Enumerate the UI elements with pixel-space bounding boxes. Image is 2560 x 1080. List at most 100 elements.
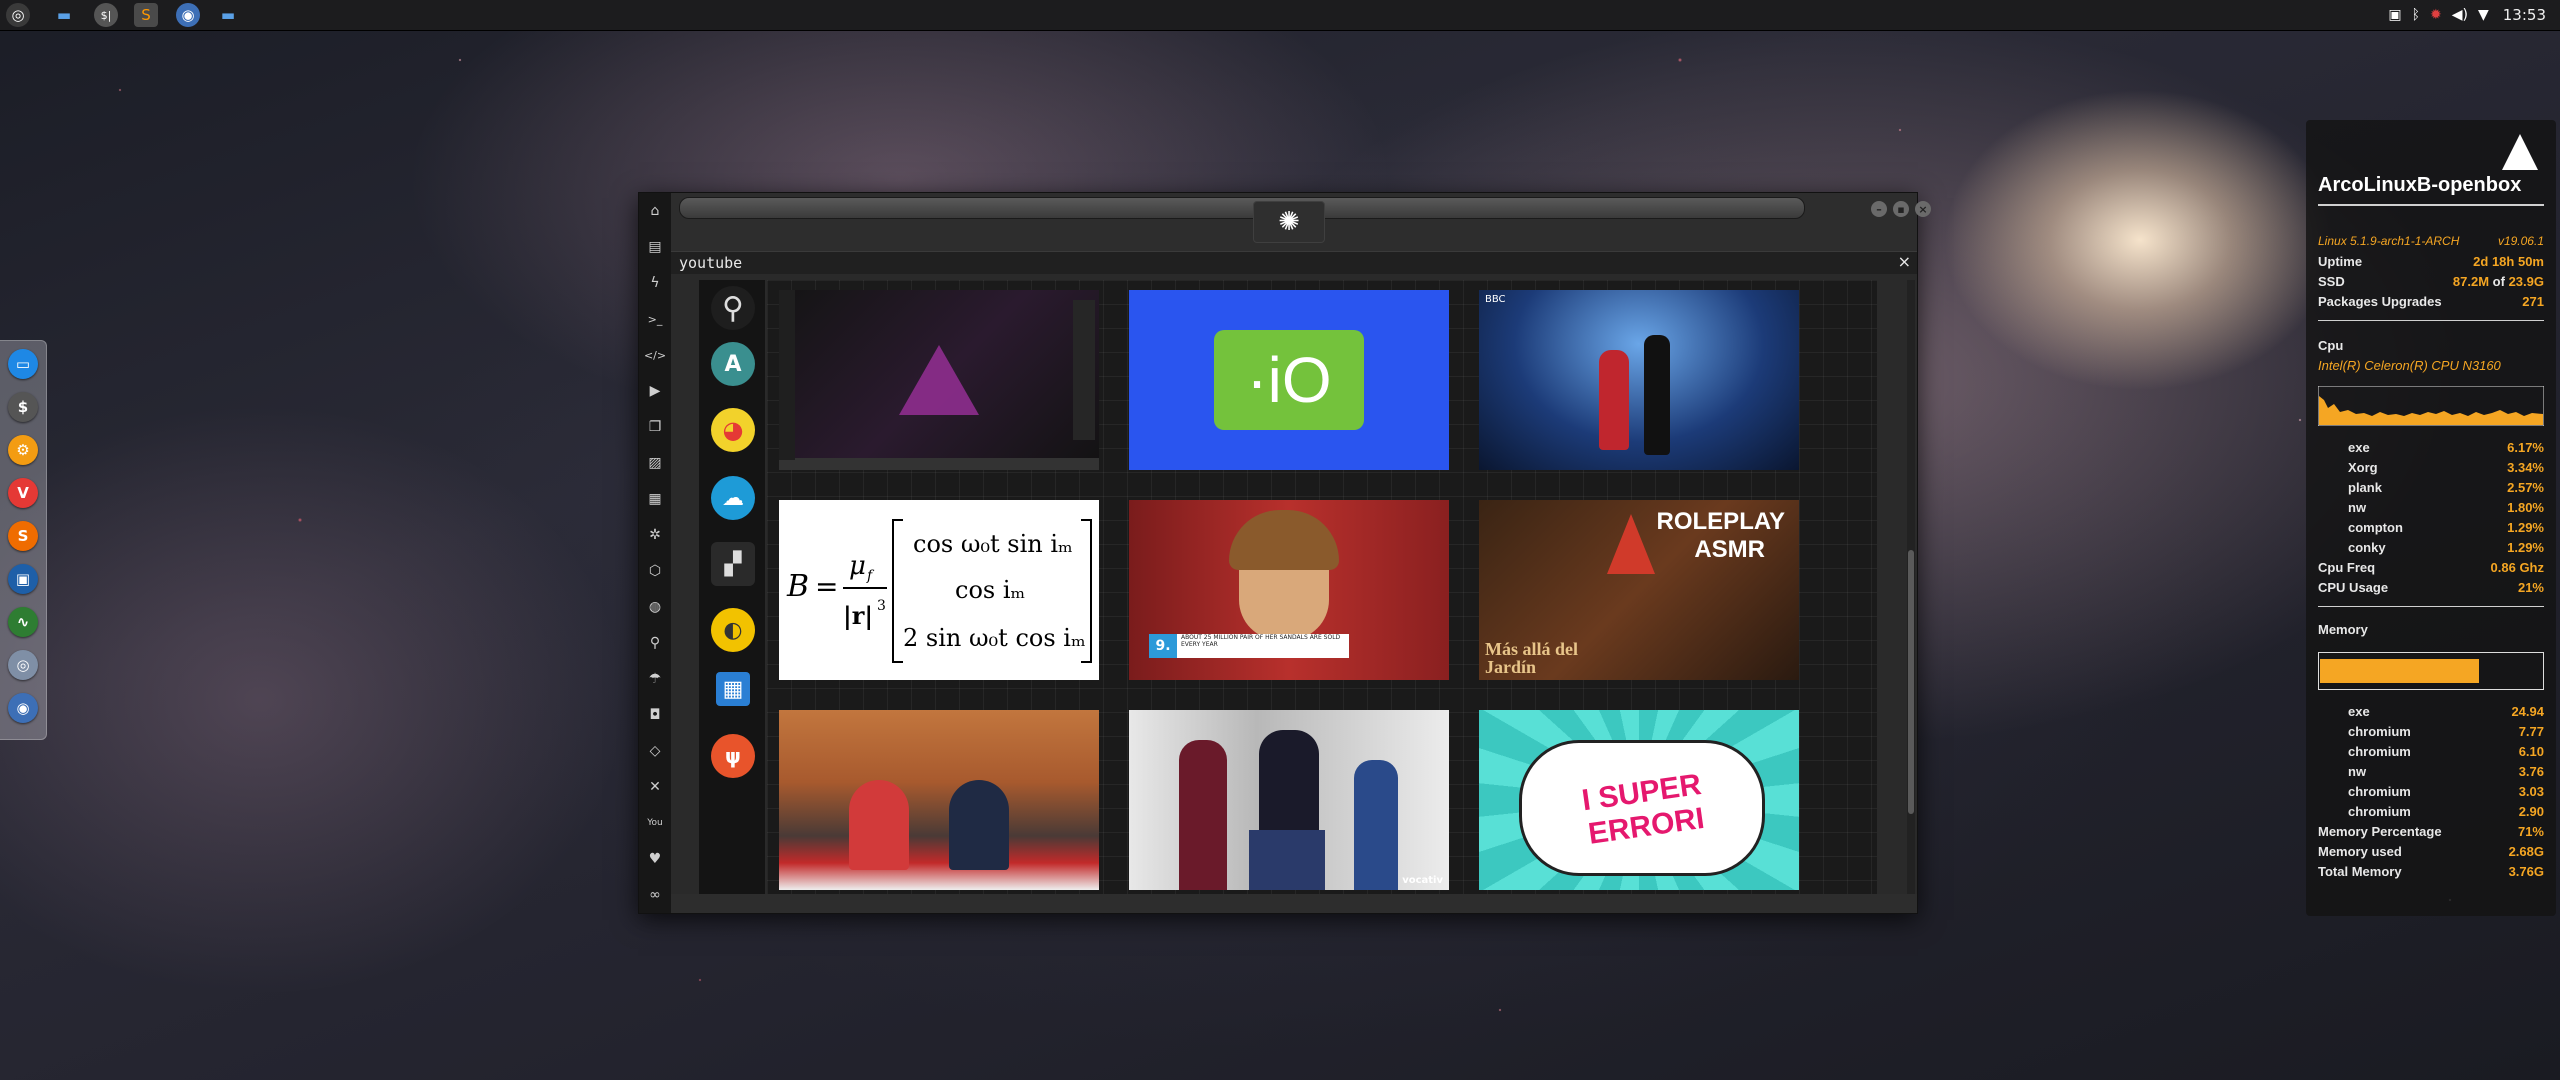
folder-icon[interactable]: ▬ [216,3,240,27]
conky-widget: ArcoLinuxB-openbox Linux 5.1.9-arch1-1-A… [2306,120,2556,916]
close-button[interactable]: × [1915,201,1931,217]
svg-text:cos iₘ: cos iₘ [955,576,1025,604]
ssd-value: 87.2M of 23.9G [2453,274,2544,289]
sublime-icon[interactable]: S [134,3,158,27]
pikachu-app-icon[interactable]: ◕ [711,408,755,452]
dock-sublime-icon[interactable]: S [8,521,38,551]
mem-total-value: 3.76G [2508,864,2544,879]
dock-chromium-icon[interactable]: ◉ [8,693,38,723]
volume-icon[interactable]: ◀) [2452,7,2468,23]
proc-value: 1.29% [2507,540,2544,555]
cpu-proc-row: compton 1.29% [2318,520,2544,540]
video-thumb-asmr[interactable]: ROLEPLAY ASMR Más allá del Jardín [1479,500,1799,680]
terminal-icon[interactable]: $| [94,3,118,27]
packages-label: Packages Upgrades [2318,294,2442,309]
blue-map-app-icon[interactable]: ▦ [716,672,750,706]
mem-proc-row: nw 3.76 [2318,764,2544,784]
video-thumb-io[interactable]: ·iO [1129,290,1449,470]
memory-bar [2318,652,2544,690]
minimize-button[interactable]: – [1871,201,1887,217]
window-titlebar[interactable]: ✺ – ▪ × [671,193,1931,251]
cpu-usage-label: CPU Usage [2318,580,2389,595]
conky-separator [2318,204,2544,206]
wifi-icon[interactable]: ▼ [2478,7,2489,23]
chain-link-icon[interactable]: ∞ [645,885,665,905]
newspaper-icon[interactable]: ▦ [645,489,665,509]
umbrella-icon[interactable]: ☂ [645,669,665,689]
video-thumb-ballroom[interactable]: BBC [1479,290,1799,470]
video-thumb-sandals[interactable]: ABOUT 25 MILLION PAIR OF HER SANDALS ARE… [1129,500,1449,680]
version-text: v19.06.1 [2497,234,2544,248]
proc-value: 3.03 [2518,784,2544,799]
gold-app-icon[interactable]: ◐ [711,608,755,652]
thumb-ballroom-label: BBC [1485,294,1506,305]
dock-system-monitor-icon[interactable]: ∿ [8,607,38,637]
clapperboard-app-icon[interactable]: ▞ [711,542,755,586]
expand-icon[interactable]: ✕ [645,777,665,797]
proc-name: chromium [2348,724,2411,739]
arch-logo-icon [2502,134,2538,170]
proc-value: 24.94 [2511,704,2544,719]
conky-kernel-row: Linux 5.1.9-arch1-1-ARCH v19.06.1 [2318,234,2544,254]
mem-total-label: Total Memory [2318,864,2402,879]
start-icon[interactable]: ◎ [6,3,30,27]
files-icon[interactable]: ▬ [52,3,76,27]
terminal-prompt-icon[interactable]: >_ [645,309,665,329]
proc-value: 7.77 [2518,724,2544,739]
search-app-icon[interactable]: ⚲ [711,286,755,330]
document-icon[interactable]: ▤ [645,237,665,257]
video-thumb-obama[interactable]: vocativ [1129,710,1449,890]
youtube-icon[interactable]: You [645,813,665,833]
home-icon[interactable]: ⌂ [645,201,665,221]
dock-network-icon[interactable]: ◎ [8,650,38,680]
video-thumb-super-errori[interactable]: I SUPER ERRORI [1479,710,1799,890]
scrollbar-thumb[interactable] [1908,550,1914,814]
dock-screenshot-icon[interactable]: ▣ [8,564,38,594]
cpu-proc-row: conky 1.29% [2318,540,2544,560]
dock-terminal-icon[interactable]: $ [8,392,38,422]
thumb-news-anchor-left [849,780,909,870]
panel-close-button[interactable]: × [1898,252,1911,271]
video-thumb-formula[interactable]: B = μ f |r| 3 cos ω₀t sin iₘ cos iₘ 2 si… [779,500,1099,680]
thumb-io-logo: ·iO [1214,330,1364,430]
maximize-button[interactable]: ▪ [1893,201,1909,217]
thumb-sandals-hair [1229,510,1339,570]
video-thumb-news[interactable] [779,710,1099,890]
heart-icon[interactable]: ♥ [645,849,665,869]
conky-uptime-row: Uptime 2d 18h 50m [2318,254,2544,274]
contact-icon[interactable]: ◘ [645,705,665,725]
mem-proc-row: chromium 3.03 [2318,784,2544,804]
dock-settings-icon[interactable]: ⚙ [8,435,38,465]
clock[interactable]: 13:53 [2503,6,2546,24]
video-thumb-desktop[interactable] [779,290,1099,470]
conky-ssd-row: SSD 87.2M of 23.9G [2318,274,2544,294]
cloud-app-icon[interactable]: ☁ [711,476,755,520]
copy-icon[interactable]: ❐ [645,417,665,437]
arco-app-icon[interactable]: A [711,342,755,386]
proc-name: compton [2348,520,2403,535]
dock-files-icon[interactable]: ▭ [8,349,38,379]
cpu-freq-row: Cpu Freq 0.86 Ghz [2318,560,2544,580]
hexagon-icon[interactable]: ⬡ [645,561,665,581]
screenshot-icon[interactable]: ▣ [2388,7,2401,23]
play-circle-icon[interactable]: ▶ [645,381,665,401]
chrome-icon[interactable]: ◉ [176,3,200,27]
image-icon[interactable]: ▨ [645,453,665,473]
food-app-icon[interactable]: ψ [711,734,755,778]
search-icon[interactable]: ⚲ [645,633,665,653]
panel-title: youtube [679,254,743,272]
globe-icon[interactable]: ◍ [645,597,665,617]
settings-cog-icon[interactable]: ✲ [645,525,665,545]
code-icon[interactable]: </> [644,345,666,365]
tag-icon[interactable]: ◇ [645,741,665,761]
settings-gear-icon[interactable]: ✹ [2430,7,2442,23]
ssd-label: SSD [2318,274,2345,289]
bluetooth-icon[interactable]: ᛒ [2412,7,2420,23]
cpu-freq-label: Cpu Freq [2318,560,2376,575]
kernel-text: Linux 5.1.9-arch1-1-ARCH [2318,234,2460,248]
proc-value: 3.76 [2518,764,2544,779]
thumb-desktop-conky [1073,300,1095,440]
dock-vivaldi-icon[interactable]: V [8,478,38,508]
lightning-icon[interactable]: ϟ [645,273,665,293]
grid-scrollbar[interactable] [1907,280,1915,894]
